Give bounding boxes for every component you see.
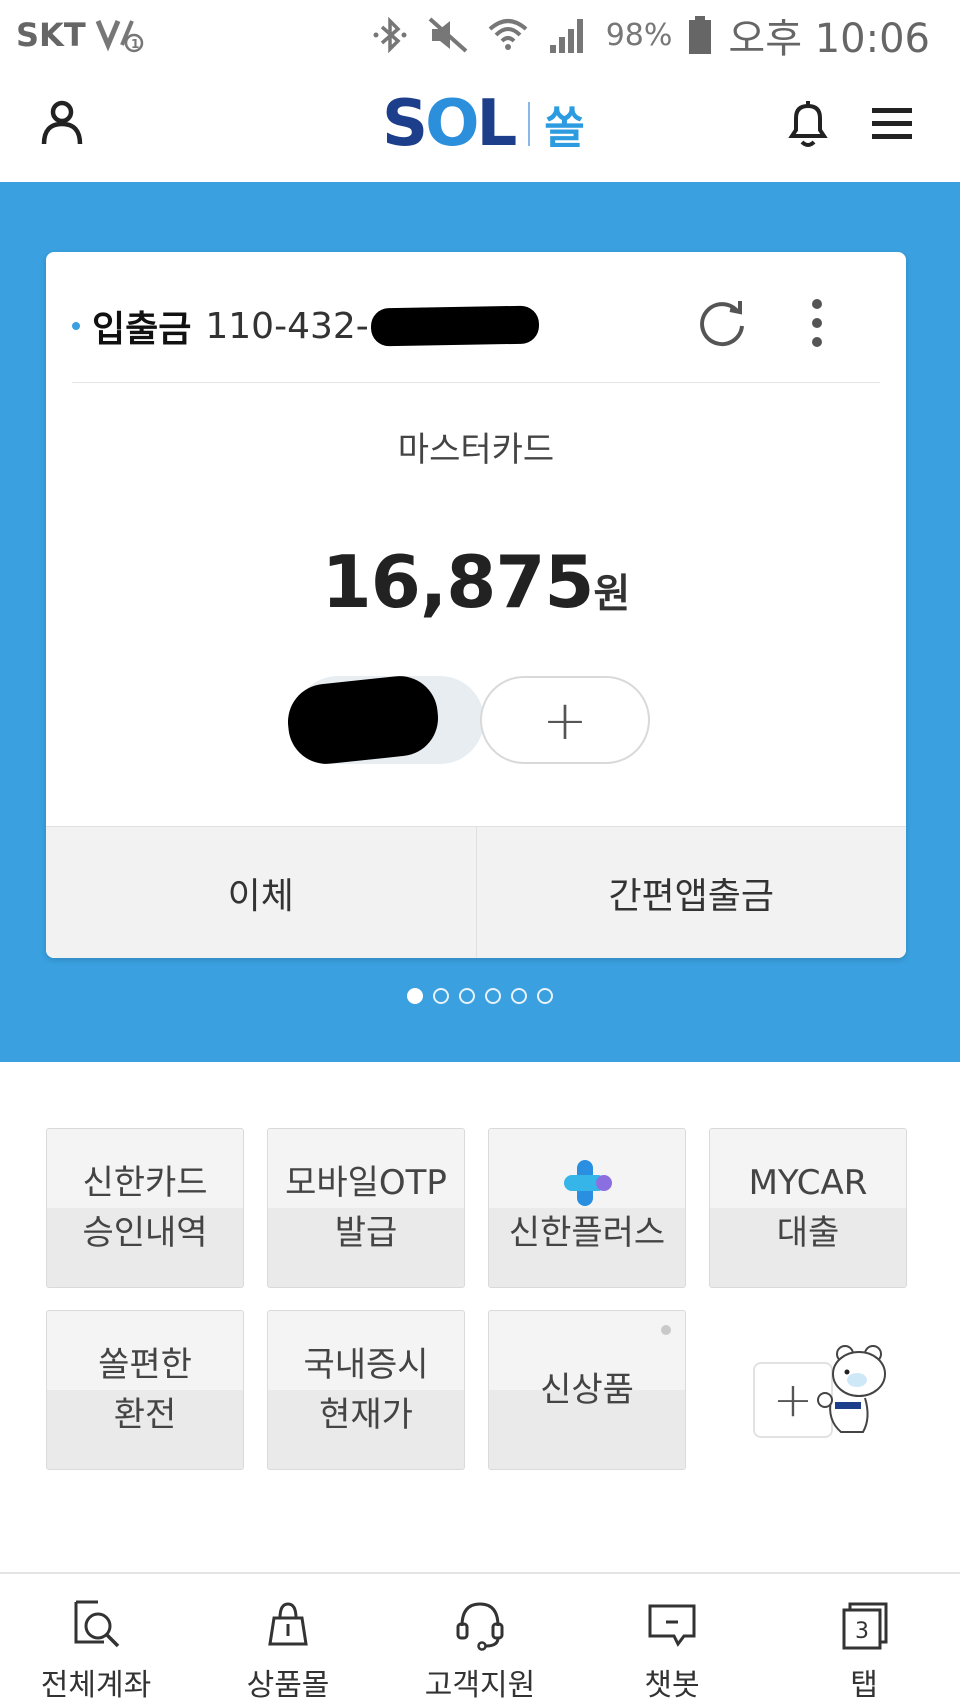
account-header: 입출금 110-432-	[72, 288, 880, 364]
shortcut-label: 승인내역	[82, 1213, 208, 1253]
easy-app-withdrawal-button[interactable]: 간편앱출금	[475, 827, 907, 958]
hamburger-menu-icon[interactable]	[868, 100, 916, 148]
logo-korean: 쏠	[544, 103, 585, 154]
add-pill-button[interactable]: +	[480, 676, 650, 764]
account-card[interactable]: 입출금 110-432- 마스터카드 16,875원 + 이체 간편앱출금	[46, 252, 906, 958]
balance-amount: 16,875	[321, 540, 595, 624]
refresh-icon[interactable]	[690, 292, 752, 354]
shortcut-label: 환전	[113, 1395, 177, 1435]
quick-actions: +	[46, 672, 906, 772]
chat-icon	[648, 1604, 696, 1647]
shinhan-plus-logo-icon	[564, 1160, 612, 1206]
card-divider	[72, 382, 880, 383]
shortcut-label: MYCAR	[748, 1163, 868, 1203]
volte-icon: 1	[95, 20, 143, 53]
shortcut-label: 국내증시	[303, 1345, 429, 1385]
clock: 오후 10:06	[728, 16, 930, 62]
more-options-icon[interactable]	[802, 292, 832, 354]
svg-text:1: 1	[131, 37, 139, 51]
status-right: 98% 오후 10:06	[370, 6, 930, 64]
tab-count-badge: 3	[855, 1619, 869, 1644]
battery-percent: 98%	[605, 17, 673, 53]
carousel-dot[interactable]	[433, 988, 449, 1004]
bottom-navigation: 전체계좌 상품몰 고객지원 챗봇 3 탭	[0, 1572, 960, 1706]
logo-divider	[528, 102, 531, 146]
account-number: 110-432-	[205, 305, 369, 347]
bluetooth-icon	[373, 16, 407, 54]
logo-wordmark: SOL	[382, 87, 517, 161]
shortcut-stock-price[interactable]: 국내증시 현재가	[267, 1310, 465, 1470]
bullet-dot	[72, 322, 80, 330]
redacted-account-digits	[370, 305, 540, 347]
shortcut-label: 신한플러스	[508, 1213, 666, 1253]
nav-label: 챗봇	[644, 1668, 700, 1703]
linked-card-name: 마스터카드	[397, 430, 555, 470]
shortcut-label: 쏠편한	[98, 1345, 192, 1385]
shortcut-label: 현재가	[319, 1395, 413, 1435]
shortcut-label: 모바일OTP	[285, 1163, 447, 1203]
bear-mascot-icon	[817, 1345, 886, 1433]
shortcut-new-products[interactable]: 신상품	[488, 1310, 686, 1470]
nav-label: 고객지원	[424, 1668, 536, 1703]
carousel-dot[interactable]	[485, 988, 501, 1004]
shortcut-exchange[interactable]: 쏠편한 환전	[46, 1310, 244, 1470]
carousel-dot[interactable]	[537, 988, 553, 1004]
shortcut-label: 대출	[776, 1213, 840, 1253]
nav-label: 전체계좌	[40, 1668, 152, 1703]
tabs-icon: 3	[842, 1602, 888, 1650]
account-balance: 16,875원	[46, 540, 906, 624]
sol-logo[interactable]: SOL 쏠	[382, 82, 585, 166]
redaction-blot	[284, 672, 442, 768]
redacted-pill-button[interactable]	[284, 672, 484, 768]
carousel-dot[interactable]	[511, 988, 527, 1004]
carrier-label: SKT	[16, 16, 86, 54]
account-carousel: 입출금 110-432- 마스터카드 16,875원 + 이체 간편앱출금	[0, 182, 960, 1062]
carousel-dot[interactable]	[459, 988, 475, 1004]
nav-all-accounts[interactable]: 전체계좌	[0, 1574, 192, 1706]
shortcut-shinhan-plus[interactable]: 신한플러스	[488, 1128, 686, 1288]
balance-currency: 원	[593, 571, 631, 617]
shortcut-card-approval[interactable]: 신한카드 승인내역	[46, 1128, 244, 1288]
new-badge-dot	[661, 1325, 671, 1335]
battery-icon	[689, 16, 712, 54]
status-left: SKT 1	[16, 15, 146, 55]
carousel-indicator	[0, 988, 960, 1004]
shortcut-mobile-otp[interactable]: 모바일OTP 발급	[267, 1128, 465, 1288]
mute-icon	[428, 17, 468, 53]
nav-tabs[interactable]: 3 탭	[768, 1574, 960, 1706]
shortcut-label: 신상품	[540, 1370, 634, 1410]
nav-customer-support[interactable]: 고객지원	[384, 1574, 576, 1706]
nav-label: 탭	[850, 1668, 878, 1703]
profile-icon[interactable]	[36, 96, 88, 148]
nav-label: 상품몰	[246, 1668, 330, 1703]
account-type: 입출금	[92, 309, 192, 350]
headset-icon	[456, 1602, 504, 1651]
signal-icon	[549, 19, 583, 53]
status-bar: SKT 1 98% 오후 10:06	[0, 0, 960, 70]
shortcut-label: 발급	[334, 1213, 398, 1253]
shopping-bag-icon	[268, 1602, 308, 1646]
card-action-bar: 이체 간편앱출금	[46, 826, 906, 958]
add-shortcut-button[interactable]: +	[709, 1310, 907, 1470]
wifi-icon	[488, 19, 528, 50]
notification-bell-icon[interactable]	[782, 98, 834, 150]
transfer-button[interactable]: 이체	[46, 827, 476, 958]
shortcut-label: 신한카드	[82, 1163, 208, 1203]
all-accounts-icon	[74, 1600, 120, 1648]
carousel-dot[interactable]	[407, 988, 423, 1004]
nav-chatbot[interactable]: 챗봇	[576, 1574, 768, 1706]
nav-product-mall[interactable]: 상품몰	[192, 1574, 384, 1706]
shortcut-mycar-loan[interactable]: MYCAR 대출	[709, 1128, 907, 1288]
app-header: SOL 쏠	[0, 70, 960, 182]
